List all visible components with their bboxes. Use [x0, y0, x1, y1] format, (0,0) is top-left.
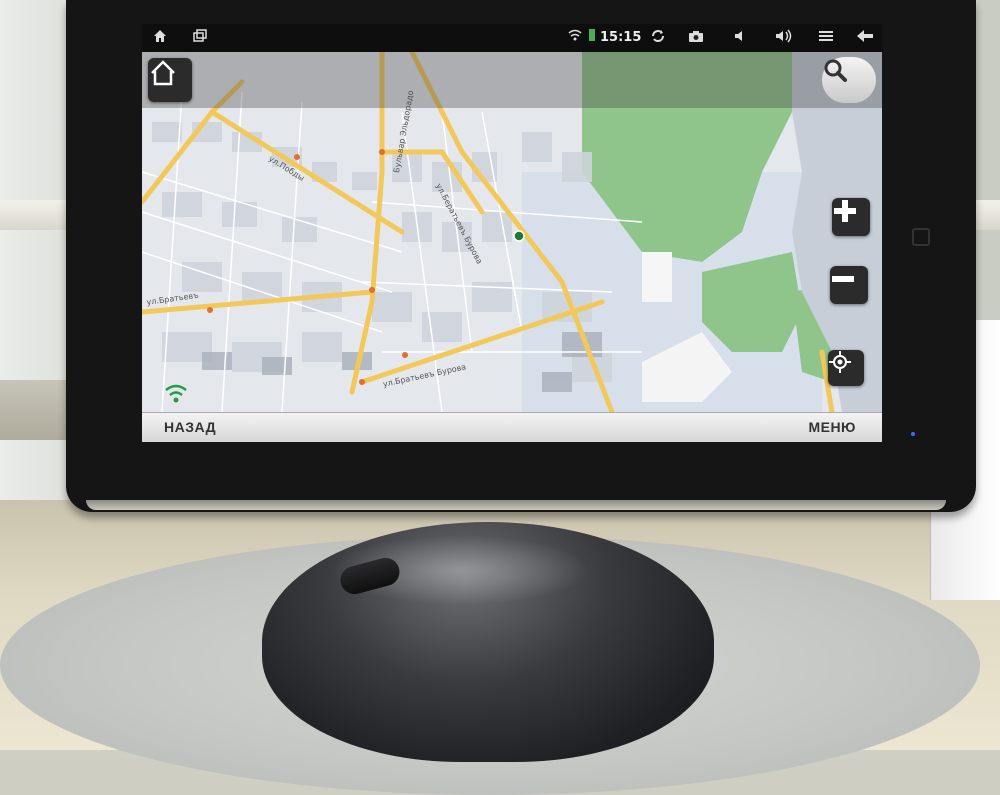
- zoom-in-button[interactable]: [832, 198, 870, 236]
- status-bar: 15:15: [142, 24, 882, 52]
- locate-icon: [829, 351, 851, 373]
- camera-icon[interactable]: [686, 28, 706, 48]
- search-button[interactable]: [822, 57, 876, 103]
- clock: 15:15: [600, 30, 642, 45]
- tablet-edge: [86, 500, 946, 510]
- zoom-out-icon: [832, 276, 854, 282]
- tablet-screen: 15:15 ул.Побды Бульвар Эльдорадо ул.Бера…: [142, 24, 882, 442]
- map-top-band: [142, 52, 882, 108]
- tablet-button: [912, 228, 930, 246]
- home-icon[interactable]: [150, 28, 170, 48]
- menu-button[interactable]: МЕНЮ: [808, 419, 856, 435]
- sync-icon[interactable]: [648, 28, 668, 48]
- locate-button[interactable]: [828, 350, 864, 386]
- wifi-icon: [566, 28, 584, 48]
- home-icon: [151, 60, 175, 86]
- back-button[interactable]: НАЗАД: [164, 419, 216, 435]
- location-marker: [513, 230, 525, 242]
- battery-icon: [588, 28, 596, 48]
- bottom-bar: НАЗАД МЕНЮ: [142, 412, 882, 442]
- menu-icon[interactable]: [816, 28, 836, 48]
- home-button[interactable]: [148, 58, 192, 102]
- zoom-out-button[interactable]: [830, 266, 868, 304]
- volume-up-icon[interactable]: [772, 28, 796, 48]
- tablet-led: [911, 432, 915, 436]
- search-icon: [824, 59, 847, 82]
- recent-apps-icon[interactable]: [190, 28, 210, 48]
- zoom-in-icon: [834, 200, 856, 222]
- volume-down-icon[interactable]: [730, 28, 750, 48]
- map-view[interactable]: ул.Побды Бульвар Эльдорадо ул.Бератьевъ Бу…: [142, 52, 882, 412]
- back-icon[interactable]: [854, 28, 876, 48]
